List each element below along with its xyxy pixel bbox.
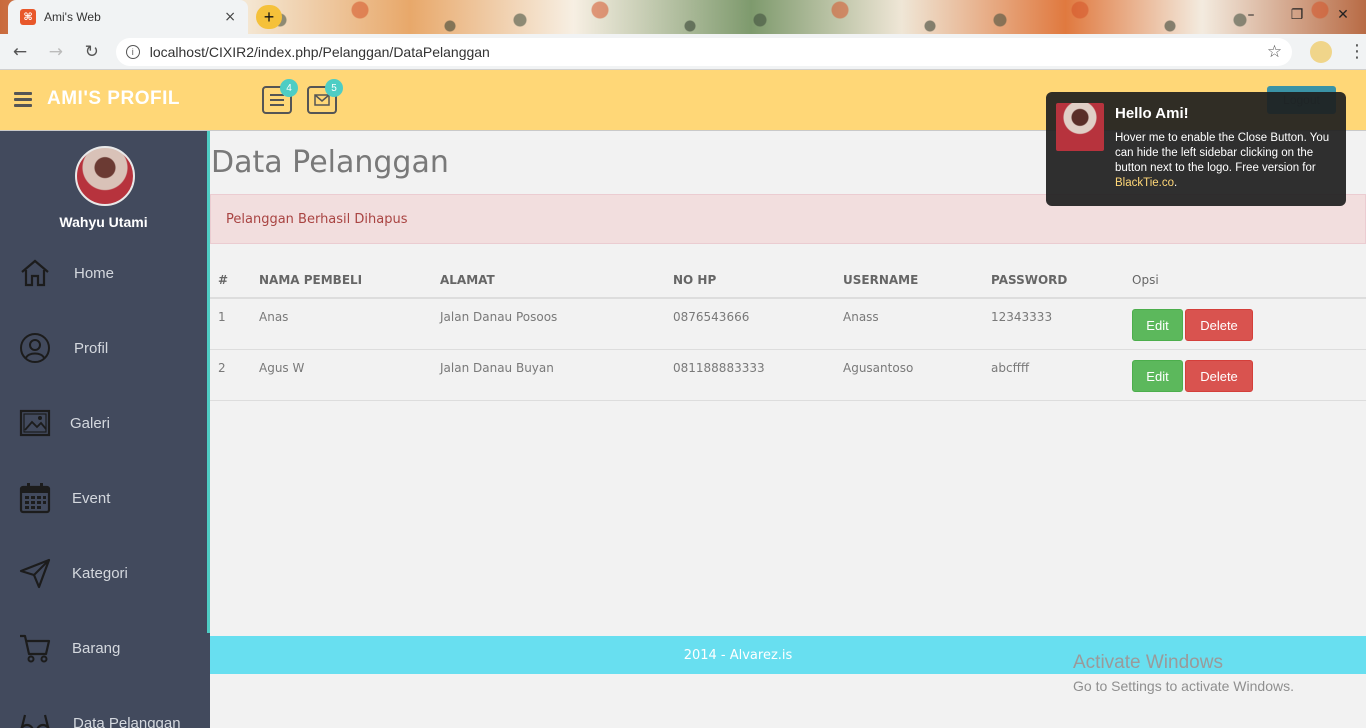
cell-alamat: Jalan Danau Buyan [440, 361, 554, 375]
footer-text: 2014 - Alvarez.is [683, 647, 793, 663]
sidebar-toggle-icon[interactable] [14, 92, 32, 107]
tab-close-icon[interactable]: × [224, 9, 236, 25]
column-header-no: # [218, 273, 229, 287]
column-header-alamat: ALAMAT [440, 273, 495, 287]
table-header-row: # NAMA PEMBELI ALAMAT NO HP USERNAME PAS… [210, 262, 1366, 299]
browser-menu-icon[interactable]: ⋮ [1348, 41, 1366, 62]
column-header-username: USERNAME [843, 273, 919, 287]
calendar-icon [19, 483, 51, 514]
image-icon [19, 409, 51, 437]
tasks-button[interactable]: 4 [262, 79, 298, 114]
cart-icon [20, 634, 51, 663]
send-icon [19, 558, 51, 589]
user-icon [20, 333, 50, 363]
close-window-icon[interactable]: ✕ [1320, 0, 1366, 30]
cell-hp: 0876543666 [673, 310, 750, 324]
notification-body: Hover me to enable the Close Button. You… [1115, 131, 1339, 191]
new-tab-button[interactable]: + [256, 5, 282, 29]
customer-table: # NAMA PEMBELI ALAMAT NO HP USERNAME PAS… [210, 262, 1366, 401]
column-header-hp: NO HP [673, 273, 717, 287]
sidebar-item-label: Home [74, 264, 115, 282]
reload-icon[interactable]: ↻ [76, 36, 108, 68]
glasses-icon [20, 714, 50, 728]
sidebar-item-event[interactable]: Event [0, 468, 207, 528]
sidebar-item-kategori[interactable]: Kategori [0, 543, 207, 603]
avatar[interactable] [75, 146, 135, 206]
table-row: 1 Anas Jalan Danau Posoos 0876543666 Ana… [210, 299, 1366, 350]
cell-nama: Anas [259, 310, 289, 324]
sidebar-item-label: Event [72, 489, 111, 507]
envelope-icon [314, 94, 330, 106]
delete-button[interactable]: Delete [1185, 309, 1253, 341]
notification-avatar [1056, 103, 1104, 151]
window-controls: – ❐ ✕ [1228, 0, 1366, 30]
notification-end: . [1174, 177, 1178, 189]
welcome-notification[interactable]: Hello Ami! Hover me to enable the Close … [1046, 92, 1346, 206]
delete-button[interactable]: Delete [1185, 360, 1253, 392]
notification-text: Hover me to enable the Close Button. You… [1115, 132, 1330, 174]
cell-alamat: Jalan Danau Posoos [440, 310, 558, 324]
page-title: Data Pelanggan [211, 145, 449, 180]
sidebar-item-barang[interactable]: Barang [0, 618, 207, 678]
cell-password: 12343333 [991, 310, 1053, 324]
cell-nama: Agus W [259, 361, 305, 375]
forward-icon[interactable]: → [40, 36, 72, 68]
sidebar-item-label: Galeri [70, 414, 111, 432]
profile-avatar-icon[interactable] [1310, 40, 1333, 63]
brand-logo[interactable]: AMI'S PROFIL [47, 88, 180, 110]
url-bar[interactable]: i localhost/CIXIR2/index.php/Pelanggan/D… [115, 37, 1293, 66]
browser-titlebar: ⌘ Ami's Web × + – ❐ ✕ [0, 0, 1366, 34]
sidebar-item-home[interactable]: Home [0, 243, 207, 303]
cell-hp: 081188883333 [673, 361, 765, 375]
sidebar: Wahyu Utami Home Profil Galeri Event Kat… [0, 131, 207, 728]
watermark-title: Activate Windows [1073, 652, 1223, 673]
sidebar-item-profil[interactable]: Profil [0, 318, 207, 378]
browser-tab[interactable]: ⌘ Ami's Web × [8, 0, 248, 34]
cell-username: Anass [843, 310, 879, 324]
edit-button[interactable]: Edit [1132, 309, 1183, 341]
cell-no: 2 [218, 361, 226, 375]
cell-no: 1 [218, 310, 226, 324]
favicon-icon: ⌘ [20, 9, 36, 25]
column-header-opsi: Opsi [1132, 273, 1159, 287]
sidebar-item-label: Data Pelanggan [73, 714, 181, 728]
sidebar-user-name: Wahyu Utami [59, 214, 148, 230]
edit-button[interactable]: Edit [1132, 360, 1183, 392]
watermark-subtitle: Go to Settings to activate Windows. [1073, 678, 1294, 694]
home-icon [21, 259, 49, 287]
cell-password: abcffff [991, 361, 1030, 375]
restore-icon[interactable]: ❐ [1274, 0, 1320, 30]
blacktie-link[interactable]: BlackTie.co [1115, 177, 1174, 189]
column-header-nama: NAMA PEMBELI [259, 273, 363, 287]
tasks-badge: 4 [280, 79, 298, 97]
activate-windows-watermark: Activate Windows Go to Settings to activ… [1073, 652, 1294, 694]
table-row: 2 Agus W Jalan Danau Buyan 081188883333 … [210, 350, 1366, 401]
sidebar-item-label: Barang [72, 639, 121, 657]
mail-button[interactable]: 5 [307, 79, 343, 114]
tab-title: Ami's Web [44, 10, 101, 24]
sidebar-item-label: Profil [74, 339, 109, 357]
sidebar-item-galeri[interactable]: Galeri [0, 393, 207, 453]
mail-badge: 5 [325, 79, 343, 97]
minimize-icon[interactable]: – [1228, 0, 1274, 30]
address-bar-row: ← → ↻ i localhost/CIXIR2/index.php/Pelan… [0, 34, 1366, 70]
url-text[interactable]: localhost/CIXIR2/index.php/Pelanggan/Dat… [150, 44, 1267, 60]
sidebar-item-data-pelanggan[interactable]: Data Pelanggan [0, 693, 207, 728]
sidebar-item-label: Kategori [72, 564, 128, 582]
back-icon[interactable]: ← [4, 36, 36, 68]
cell-username: Agusantoso [843, 361, 914, 375]
notification-title: Hello Ami! [1115, 105, 1189, 122]
bookmark-star-icon[interactable]: ☆ [1267, 42, 1282, 62]
column-header-password: PASSWORD [991, 273, 1068, 287]
info-icon[interactable]: i [125, 44, 140, 59]
